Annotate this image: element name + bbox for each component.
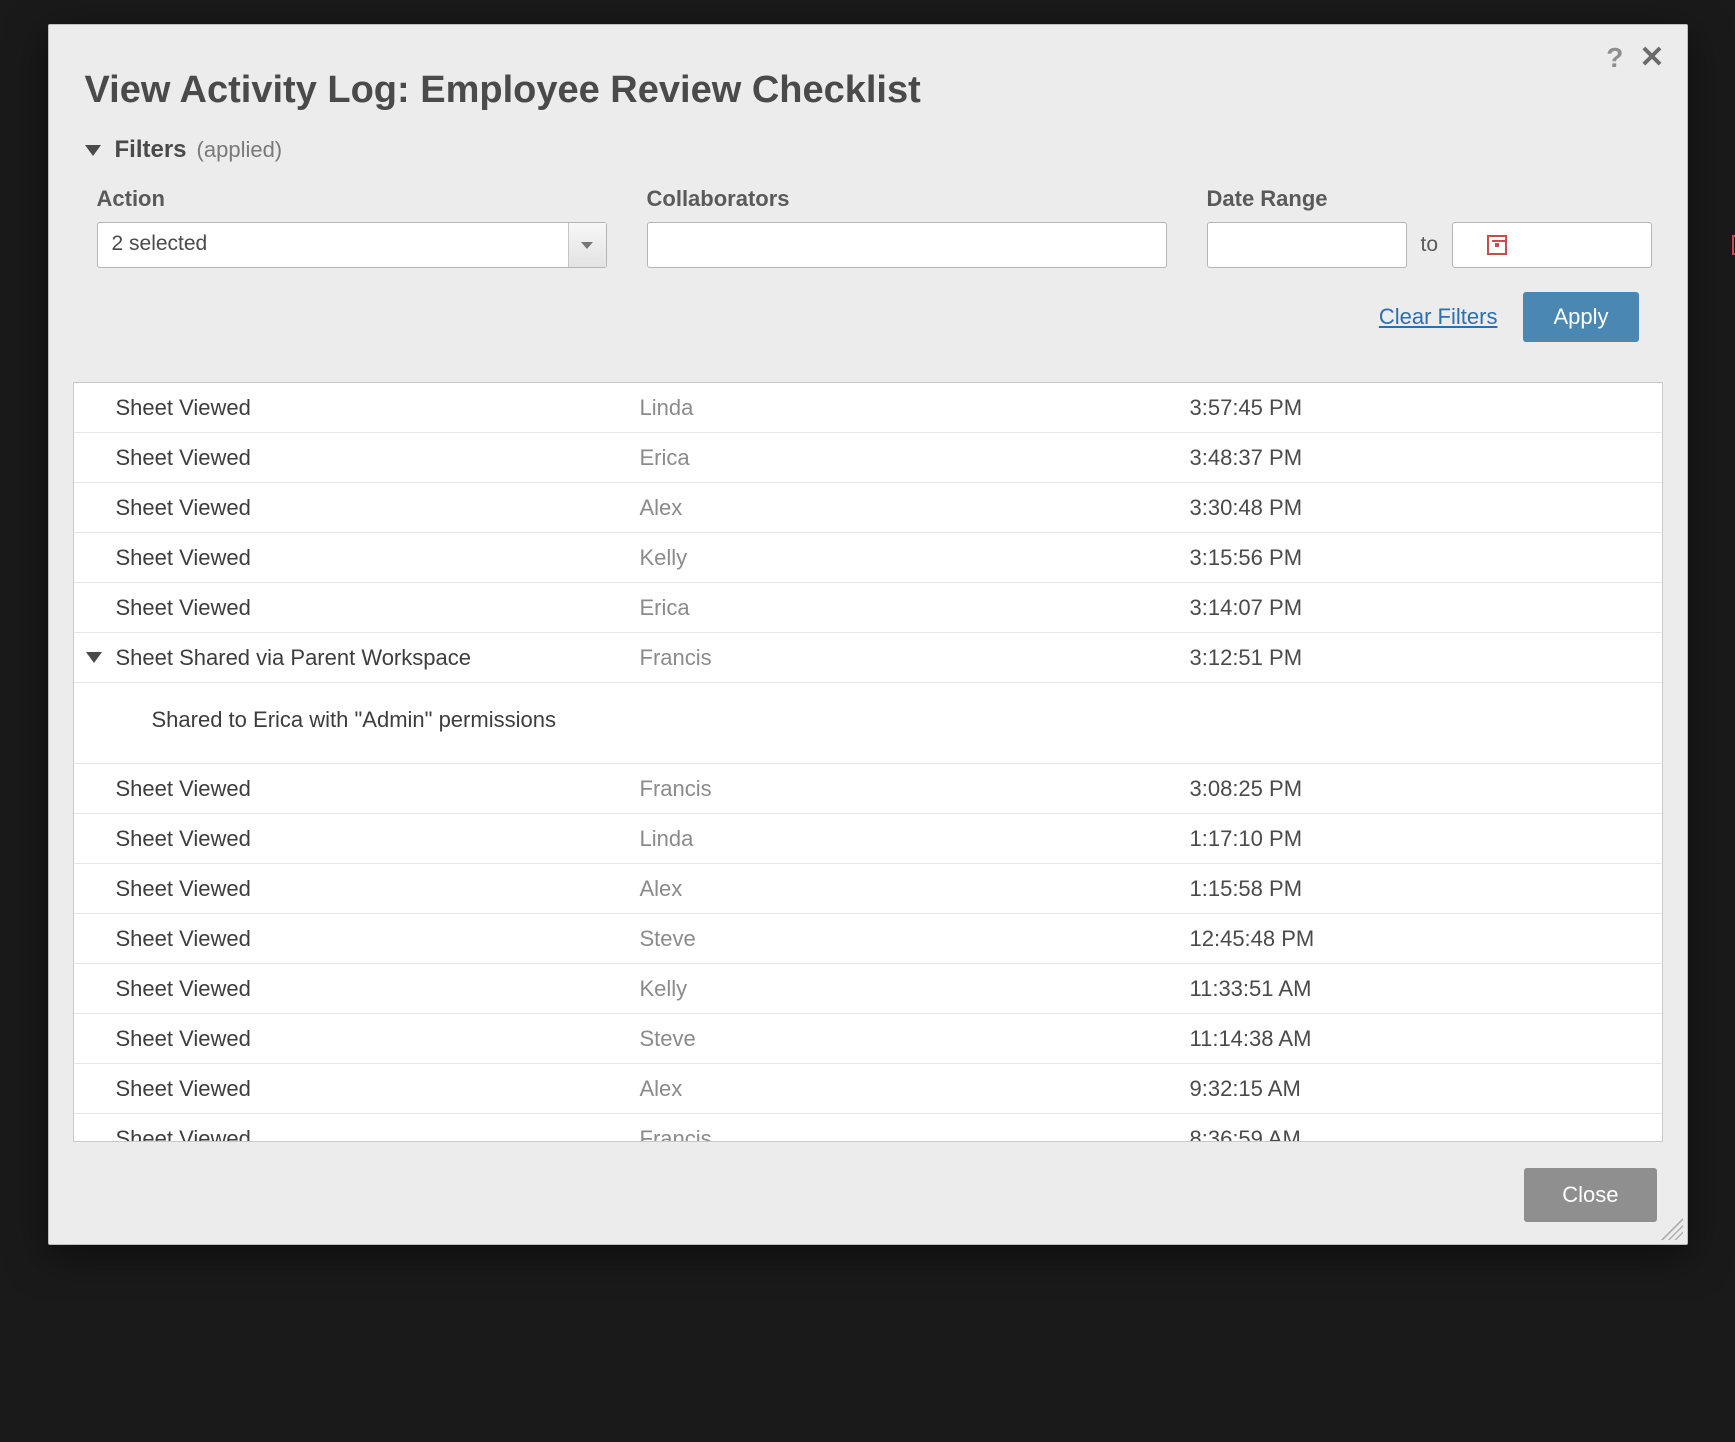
date-range-filter-label: Date Range <box>1207 186 1653 212</box>
row-timestamp: 11:33:51 AM <box>1190 976 1662 1002</box>
log-row[interactable]: Sheet ViewedLinda3:57:45 PM <box>74 383 1662 433</box>
row-timestamp: 3:48:37 PM <box>1190 445 1662 471</box>
row-action: Sheet Viewed <box>110 926 640 952</box>
clear-filters-link[interactable]: Clear Filters <box>1379 304 1498 330</box>
action-select-value: 2 selected <box>98 223 568 267</box>
dialog-title: View Activity Log: Employee Review Check… <box>85 69 1651 112</box>
log-row[interactable]: Sheet ViewedFrancis3:08:25 PM <box>74 764 1662 814</box>
row-action: Sheet Shared via Parent Workspace <box>110 645 640 671</box>
row-action: Sheet Viewed <box>110 395 640 421</box>
activity-log-table[interactable]: Sheet ViewedLinda3:57:45 PMSheet ViewedE… <box>73 382 1663 1142</box>
calendar-icon[interactable] <box>1487 235 1507 255</box>
chevron-down-icon <box>85 145 101 156</box>
row-action: Sheet Viewed <box>110 595 640 621</box>
log-row[interactable]: Sheet ViewedSteve12:45:48 PM <box>74 914 1662 964</box>
chevron-down-icon <box>581 242 593 249</box>
close-icon[interactable]: ✕ <box>1639 43 1664 73</box>
row-collaborator: Linda <box>640 826 1190 852</box>
row-detail: Shared to Erica with "Admin" permissions <box>74 683 1662 764</box>
row-timestamp: 3:12:51 PM <box>1190 645 1662 671</box>
row-collaborator: Alex <box>640 495 1190 521</box>
close-button[interactable]: Close <box>1524 1168 1656 1222</box>
row-action: Sheet Viewed <box>110 776 640 802</box>
log-row[interactable]: Sheet ViewedSteve11:14:38 AM <box>74 1014 1662 1064</box>
apply-button[interactable]: Apply <box>1523 292 1638 342</box>
row-timestamp: 11:14:38 AM <box>1190 1026 1662 1052</box>
row-collaborator: Francis <box>640 1126 1190 1143</box>
row-expand-icon[interactable] <box>82 652 110 663</box>
date-from-input[interactable] <box>1207 222 1407 268</box>
row-collaborator: Steve <box>640 1026 1190 1052</box>
row-timestamp: 8:36:59 AM <box>1190 1126 1662 1143</box>
row-action: Sheet Viewed <box>110 445 640 471</box>
row-collaborator: Alex <box>640 1076 1190 1102</box>
row-action: Sheet Viewed <box>110 495 640 521</box>
log-row[interactable]: Sheet ViewedErica3:48:37 PM <box>74 433 1662 483</box>
action-filter-label: Action <box>97 186 607 212</box>
row-action: Sheet Viewed <box>110 876 640 902</box>
date-to-input[interactable] <box>1452 222 1652 268</box>
log-row[interactable]: Sheet Shared via Parent WorkspaceFrancis… <box>74 633 1662 683</box>
collaborators-input[interactable] <box>647 222 1167 268</box>
row-collaborator: Francis <box>640 776 1190 802</box>
date-range-to-label: to <box>1421 233 1439 257</box>
help-icon[interactable]: ? <box>1606 44 1623 72</box>
filters-applied-badge: (applied) <box>197 137 283 163</box>
log-row[interactable]: Sheet ViewedAlex1:15:58 PM <box>74 864 1662 914</box>
collaborators-filter-label: Collaborators <box>647 186 1167 212</box>
row-collaborator: Kelly <box>640 976 1190 1002</box>
log-row[interactable]: Sheet ViewedErica3:14:07 PM <box>74 583 1662 633</box>
log-row[interactable]: Sheet ViewedAlex3:30:48 PM <box>74 483 1662 533</box>
row-action: Sheet Viewed <box>110 1076 640 1102</box>
filters-label: Filters <box>115 136 187 164</box>
row-timestamp: 1:17:10 PM <box>1190 826 1662 852</box>
row-timestamp: 1:15:58 PM <box>1190 876 1662 902</box>
row-collaborator: Steve <box>640 926 1190 952</box>
row-collaborator: Erica <box>640 595 1190 621</box>
row-timestamp: 3:15:56 PM <box>1190 545 1662 571</box>
log-row[interactable]: Sheet ViewedAlex9:32:15 AM <box>74 1064 1662 1114</box>
row-collaborator: Francis <box>640 645 1190 671</box>
activity-log-dialog: ? ✕ View Activity Log: Employee Review C… <box>48 24 1688 1245</box>
row-timestamp: 3:08:25 PM <box>1190 776 1662 802</box>
row-collaborator: Kelly <box>640 545 1190 571</box>
resize-grip-icon[interactable] <box>1661 1218 1683 1240</box>
row-action: Sheet Viewed <box>110 826 640 852</box>
log-row[interactable]: Sheet ViewedKelly11:33:51 AM <box>74 964 1662 1014</box>
row-action: Sheet Viewed <box>110 976 640 1002</box>
row-action: Sheet Viewed <box>110 1126 640 1143</box>
row-action: Sheet Viewed <box>110 545 640 571</box>
chevron-down-icon <box>86 652 102 663</box>
row-timestamp: 3:30:48 PM <box>1190 495 1662 521</box>
action-select[interactable]: 2 selected <box>97 222 607 268</box>
date-from-field[interactable] <box>1218 233 1487 258</box>
row-timestamp: 9:32:15 AM <box>1190 1076 1662 1102</box>
row-timestamp: 3:14:07 PM <box>1190 595 1662 621</box>
log-row[interactable]: Sheet ViewedLinda1:17:10 PM <box>74 814 1662 864</box>
action-select-caret[interactable] <box>568 223 606 267</box>
filters-toggle[interactable]: Filters (applied) <box>85 136 1651 164</box>
row-timestamp: 3:57:45 PM <box>1190 395 1662 421</box>
row-action: Sheet Viewed <box>110 1026 640 1052</box>
row-collaborator: Erica <box>640 445 1190 471</box>
log-row[interactable]: Sheet ViewedFrancis8:36:59 AM <box>74 1114 1662 1142</box>
log-row[interactable]: Sheet ViewedKelly3:15:56 PM <box>74 533 1662 583</box>
row-collaborator: Linda <box>640 395 1190 421</box>
row-timestamp: 12:45:48 PM <box>1190 926 1662 952</box>
row-collaborator: Alex <box>640 876 1190 902</box>
